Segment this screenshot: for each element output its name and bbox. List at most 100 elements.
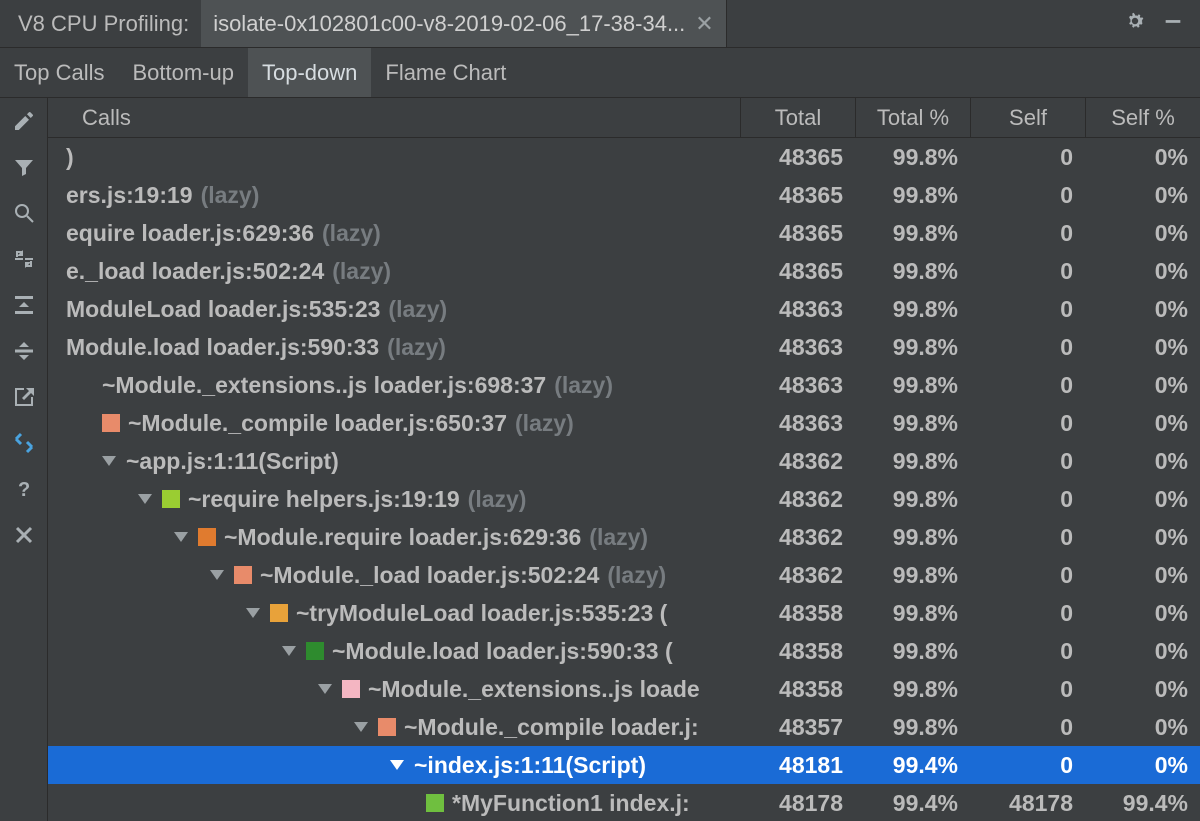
color-swatch-icon [378, 718, 396, 736]
cell-totalp: 99.8% [855, 714, 970, 741]
cell-totalp: 99.8% [855, 448, 970, 475]
col-calls[interactable]: Calls [48, 98, 740, 137]
edit-icon[interactable] [11, 108, 37, 134]
tree-row[interactable]: *MyFunction1 index.j:4817899.4%4817899.4… [48, 784, 1200, 821]
cell-totalp: 99.8% [855, 334, 970, 361]
tree-row[interactable]: ~require helpers.js:19:19 (lazy)4836299.… [48, 480, 1200, 518]
expand-toggle-icon[interactable] [102, 456, 116, 466]
cell-total: 48358 [740, 676, 855, 703]
call-tag: (lazy) [322, 220, 381, 247]
call-tag: (lazy) [387, 334, 446, 361]
file-tab[interactable]: isolate-0x102801c00-v8-2019-02-06_17-38-… [201, 0, 727, 47]
tree-row[interactable]: ers.js:19:19 (lazy)4836599.8%00% [48, 176, 1200, 214]
tree-row[interactable]: ~tryModuleLoad loader.js:535:23 ( 4835899… [48, 594, 1200, 632]
tree-row[interactable]: ~Module.require loader.js:629:36 (lazy)4… [48, 518, 1200, 556]
row-label: ~app.js:1:11(Script) [48, 448, 740, 475]
left-gutter: ? [0, 98, 48, 821]
tree-row[interactable]: ModuleLoad loader.js:535:23 (lazy)483639… [48, 290, 1200, 328]
tree-row[interactable]: ~Module._extensions..js loader.js:698:37… [48, 366, 1200, 404]
cell-self: 0 [970, 334, 1085, 361]
minimize-icon[interactable] [1162, 10, 1184, 38]
col-total-pct[interactable]: Total % [855, 98, 970, 137]
cell-totalp: 99.8% [855, 676, 970, 703]
tree-row[interactable]: ~Module._compile loader.j:4835799.8%00% [48, 708, 1200, 746]
expand-all-icon[interactable] [11, 292, 37, 318]
export-icon[interactable] [11, 384, 37, 410]
cell-totalp: 99.8% [855, 524, 970, 551]
call-name: e._load loader.js:502:24 [66, 258, 324, 285]
tree-row[interactable]: ~Module.load loader.js:590:33 (4835899.8… [48, 632, 1200, 670]
tree-row[interactable]: equire loader.js:629:36 (lazy)4836599.8%… [48, 214, 1200, 252]
row-label: ~Module._compile loader.j: [48, 714, 740, 741]
expand-toggle-icon[interactable] [282, 646, 296, 656]
call-name: ~require helpers.js:19:19 [188, 486, 460, 513]
tree-row[interactable]: ~Module._load loader.js:502:24 (lazy)483… [48, 556, 1200, 594]
cell-selfp: 0% [1085, 258, 1200, 285]
call-tag: (lazy) [589, 524, 648, 551]
tree-row[interactable]: )4836599.8%00% [48, 138, 1200, 176]
color-swatch-icon [234, 566, 252, 584]
color-swatch-icon [426, 794, 444, 812]
panel-title: V8 CPU Profiling: [6, 11, 201, 37]
close-panel-icon[interactable] [11, 522, 37, 548]
cell-total: 48358 [740, 600, 855, 627]
tree-row[interactable]: ~Module._compile loader.js:650:37 (lazy)… [48, 404, 1200, 442]
cell-totalp: 99.8% [855, 600, 970, 627]
cell-selfp: 0% [1085, 220, 1200, 247]
tab-flame-chart[interactable]: Flame Chart [371, 48, 520, 97]
tab-bottom-up[interactable]: Bottom-up [118, 48, 248, 97]
cell-total: 48362 [740, 486, 855, 513]
row-label: equire loader.js:629:36 (lazy) [48, 220, 740, 247]
cell-self: 0 [970, 562, 1085, 589]
call-name: ~Module.load loader.js:590:33 ( [332, 638, 673, 665]
call-name: ~tryModuleLoad loader.js:535:23 ( [296, 600, 667, 627]
expand-toggle-icon[interactable] [138, 494, 152, 504]
filter-icon[interactable] [11, 154, 37, 180]
col-self[interactable]: Self [970, 98, 1085, 137]
row-label: ers.js:19:19 (lazy) [48, 182, 740, 209]
tree-row[interactable]: ~index.js:1:11(Script)4818199.4%00% [48, 746, 1200, 784]
cell-selfp: 0% [1085, 334, 1200, 361]
compare-icon[interactable] [11, 430, 37, 456]
tree-row[interactable]: Module.load loader.js:590:33 (lazy)48363… [48, 328, 1200, 366]
collapse-all-icon[interactable] [11, 338, 37, 364]
close-icon[interactable]: ✕ [695, 11, 713, 37]
tab-top-calls[interactable]: Top Calls [0, 48, 118, 97]
call-name: *MyFunction1 index.j: [452, 790, 690, 817]
cell-total: 48363 [740, 296, 855, 323]
expand-toggle-icon[interactable] [390, 760, 404, 770]
col-self-pct[interactable]: Self % [1085, 98, 1200, 137]
view-tabs: Top Calls Bottom-up Top-down Flame Chart [0, 48, 1200, 98]
tree-row[interactable]: e._load loader.js:502:24 (lazy)4836599.8… [48, 252, 1200, 290]
expand-toggle-icon[interactable] [210, 570, 224, 580]
row-label: ~Module._compile loader.js:650:37 (lazy) [48, 410, 740, 437]
call-name: equire loader.js:629:36 [66, 220, 314, 247]
tree-row[interactable]: ~Module._extensions..js loade4835899.8%0… [48, 670, 1200, 708]
svg-text:?: ? [18, 479, 30, 501]
expand-toggle-icon[interactable] [354, 722, 368, 732]
expand-toggle-icon[interactable] [174, 532, 188, 542]
search-icon[interactable] [11, 200, 37, 226]
collapse-in-icon[interactable] [11, 246, 37, 272]
gear-icon[interactable] [1124, 10, 1146, 38]
call-tag: (lazy) [332, 258, 391, 285]
row-label: ~Module._extensions..js loade [48, 676, 740, 703]
cell-selfp: 0% [1085, 714, 1200, 741]
call-name: ~app.js:1:11(Script) [126, 448, 339, 475]
color-swatch-icon [198, 528, 216, 546]
cell-total: 48365 [740, 258, 855, 285]
expand-toggle-icon[interactable] [318, 684, 332, 694]
cell-selfp: 0% [1085, 638, 1200, 665]
tab-top-down[interactable]: Top-down [248, 48, 371, 97]
tree-row[interactable]: ~app.js:1:11(Script)4836299.8%00% [48, 442, 1200, 480]
cell-self: 0 [970, 410, 1085, 437]
cell-totalp: 99.8% [855, 562, 970, 589]
row-label: ~index.js:1:11(Script) [48, 752, 740, 779]
call-tag: (lazy) [468, 486, 527, 513]
col-total[interactable]: Total [740, 98, 855, 137]
cell-self: 0 [970, 676, 1085, 703]
row-label: ~Module.require loader.js:629:36 (lazy) [48, 524, 740, 551]
expand-toggle-icon[interactable] [246, 608, 260, 618]
help-icon[interactable]: ? [11, 476, 37, 502]
cell-total: 48365 [740, 220, 855, 247]
